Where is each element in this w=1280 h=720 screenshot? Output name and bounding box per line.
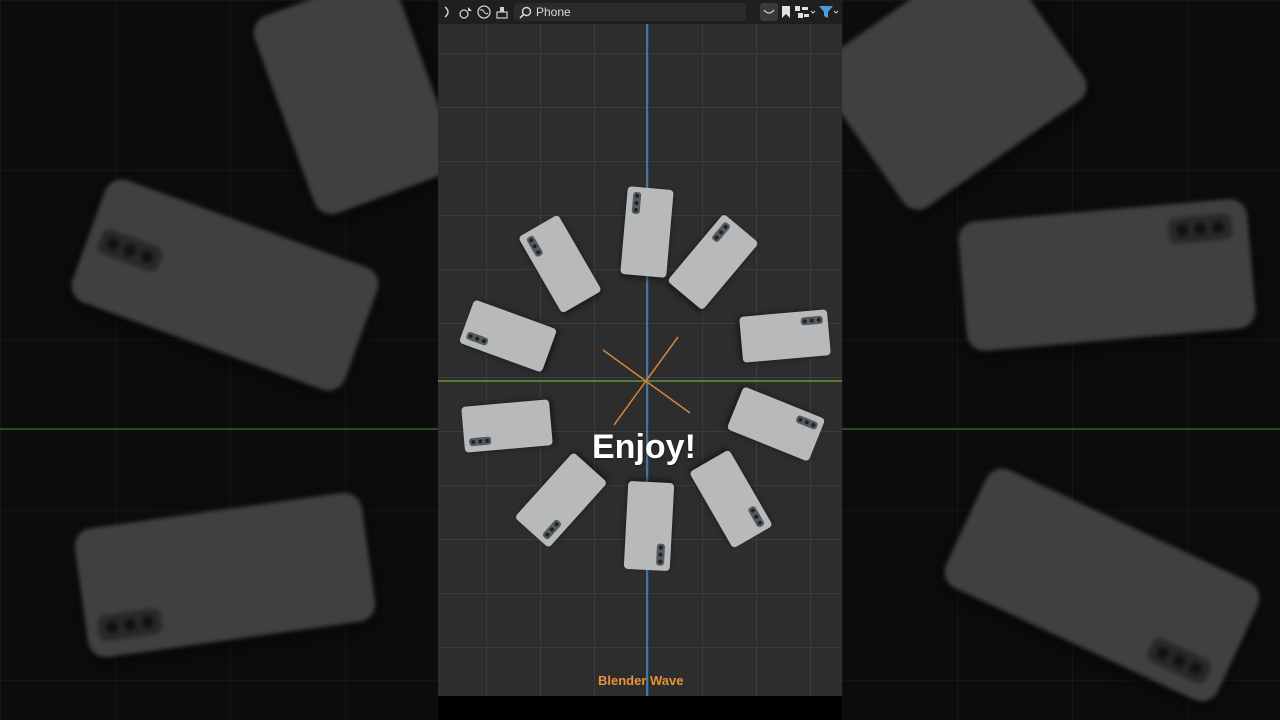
phone-object[interactable]: [461, 399, 553, 453]
search-icon: [518, 5, 532, 19]
search-input[interactable]: Phone: [536, 5, 571, 19]
search-field[interactable]: Phone: [514, 3, 746, 21]
blurred-background-left: [0, 0, 438, 720]
bottom-bar: [438, 696, 842, 720]
outliner-display-icon[interactable]: [794, 3, 816, 21]
brush-icon[interactable]: [494, 4, 510, 20]
header-left-icons: [438, 4, 510, 20]
phone-object[interactable]: [739, 309, 831, 363]
background-x-axis: [842, 428, 1280, 430]
phone-object[interactable]: [623, 480, 675, 572]
watermark-text: Blender Wave: [598, 673, 684, 688]
filter-icon[interactable]: [818, 3, 840, 21]
dropdown-chevron-icon[interactable]: [760, 3, 778, 21]
3d-viewport[interactable]: Enjoy! Blender Wave Phone: [438, 0, 842, 720]
header-right-icons: [760, 3, 842, 21]
scene-icon[interactable]: [458, 4, 474, 20]
background-x-axis: [0, 428, 438, 430]
blurred-background-right: [842, 0, 1280, 720]
origin-cross-icon[interactable]: [598, 335, 698, 430]
restrict-toggle-icon[interactable]: [440, 4, 456, 20]
background-phone: [956, 197, 1258, 353]
bookmark-icon[interactable]: [780, 3, 792, 21]
phone-object[interactable]: [620, 186, 674, 278]
world-icon[interactable]: [476, 4, 492, 20]
outliner-header: Phone: [438, 0, 842, 24]
caption-text: Enjoy!: [592, 428, 696, 466]
